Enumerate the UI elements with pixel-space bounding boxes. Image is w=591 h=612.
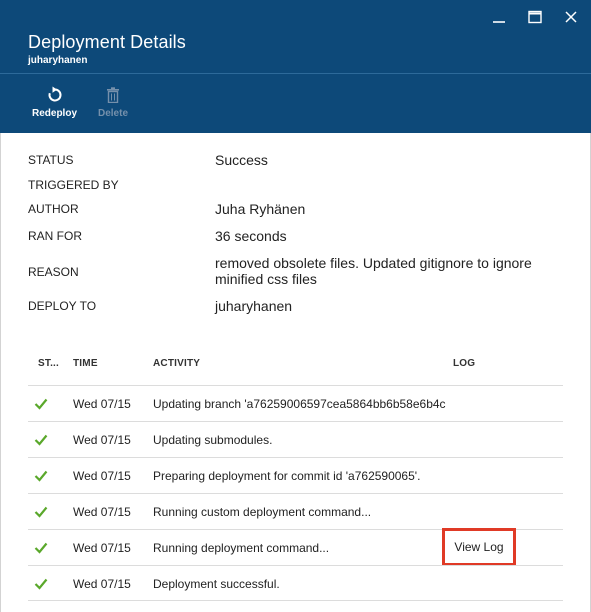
redeploy-label: Redeploy: [32, 108, 78, 119]
window-controls: [489, 8, 581, 26]
table-row[interactable]: Wed 07/15 Deployment successful.: [28, 565, 563, 601]
row-time: Wed 07/15: [73, 433, 131, 447]
success-check-icon: [34, 577, 48, 595]
success-check-icon: [34, 505, 48, 523]
ran-for-value: 36 seconds: [215, 228, 287, 244]
refresh-icon: [45, 86, 65, 104]
redeploy-button[interactable]: Redeploy: [32, 86, 77, 119]
reason-label: REASON: [28, 265, 79, 279]
column-header-log[interactable]: LOG: [453, 358, 475, 369]
table-row[interactable]: Wed 07/15 Preparing deployment for commi…: [28, 457, 563, 493]
row-time: Wed 07/15: [73, 541, 131, 555]
row-activity: Updating branch 'a76259006597cea5864bb6b…: [153, 397, 446, 411]
success-check-icon: [34, 397, 48, 415]
deploy-to-value: juharyhanen: [215, 298, 293, 314]
success-check-icon: [34, 433, 48, 451]
delete-label: Delete: [98, 108, 129, 119]
column-header-status[interactable]: ST...: [38, 358, 59, 369]
table-row[interactable]: Wed 07/15 Running deployment command... …: [28, 528, 563, 566]
blade-title: Deployment Details: [28, 32, 186, 52]
status-value: Success: [215, 152, 268, 168]
table-row[interactable]: Wed 07/15 Updating branch 'a76259006597c…: [28, 385, 563, 421]
row-activity: Deployment successful.: [153, 577, 280, 591]
column-header-time[interactable]: TIME: [73, 358, 98, 369]
column-header-activity[interactable]: ACTIVITY: [153, 358, 200, 369]
maximize-icon[interactable]: [525, 8, 545, 26]
success-check-icon: [34, 469, 48, 487]
deploy-to-label: DEPLOY TO: [28, 299, 97, 313]
minimize-icon[interactable]: [489, 8, 509, 26]
blade-subtitle: juharyhanen: [28, 55, 88, 66]
reason-value: removed obsolete files. Updated gitignor…: [215, 255, 532, 287]
header-divider: [0, 73, 591, 74]
ran-for-label: RAN FOR: [28, 229, 82, 243]
table-row[interactable]: Wed 07/15 Updating submodules.: [28, 421, 563, 457]
status-label: STATUS: [28, 153, 74, 167]
trash-icon: [103, 86, 123, 104]
row-activity: Running deployment command...: [153, 541, 330, 555]
success-check-icon: [34, 541, 48, 559]
author-label: AUTHOR: [28, 202, 79, 216]
author-value: Juha Ryhänen: [215, 201, 306, 217]
close-icon[interactable]: [561, 8, 581, 26]
delete-button[interactable]: Delete: [98, 86, 128, 119]
blade-header: Deployment Details juharyhanen Redeploy …: [0, 0, 591, 133]
row-activity: Running custom deployment command...: [153, 505, 372, 519]
row-time: Wed 07/15: [73, 469, 131, 483]
frame-border-left: [0, 133, 1, 612]
row-activity: Updating submodules.: [153, 433, 273, 447]
row-activity: Preparing deployment for commit id 'a762…: [153, 469, 421, 483]
row-time: Wed 07/15: [73, 577, 131, 591]
row-time: Wed 07/15: [73, 397, 131, 411]
triggered-by-label: TRIGGERED BY: [28, 178, 119, 192]
view-log-link[interactable]: View Log: [442, 528, 516, 566]
table-row[interactable]: Wed 07/15 Running custom deployment comm…: [28, 493, 563, 529]
row-time: Wed 07/15: [73, 505, 131, 519]
